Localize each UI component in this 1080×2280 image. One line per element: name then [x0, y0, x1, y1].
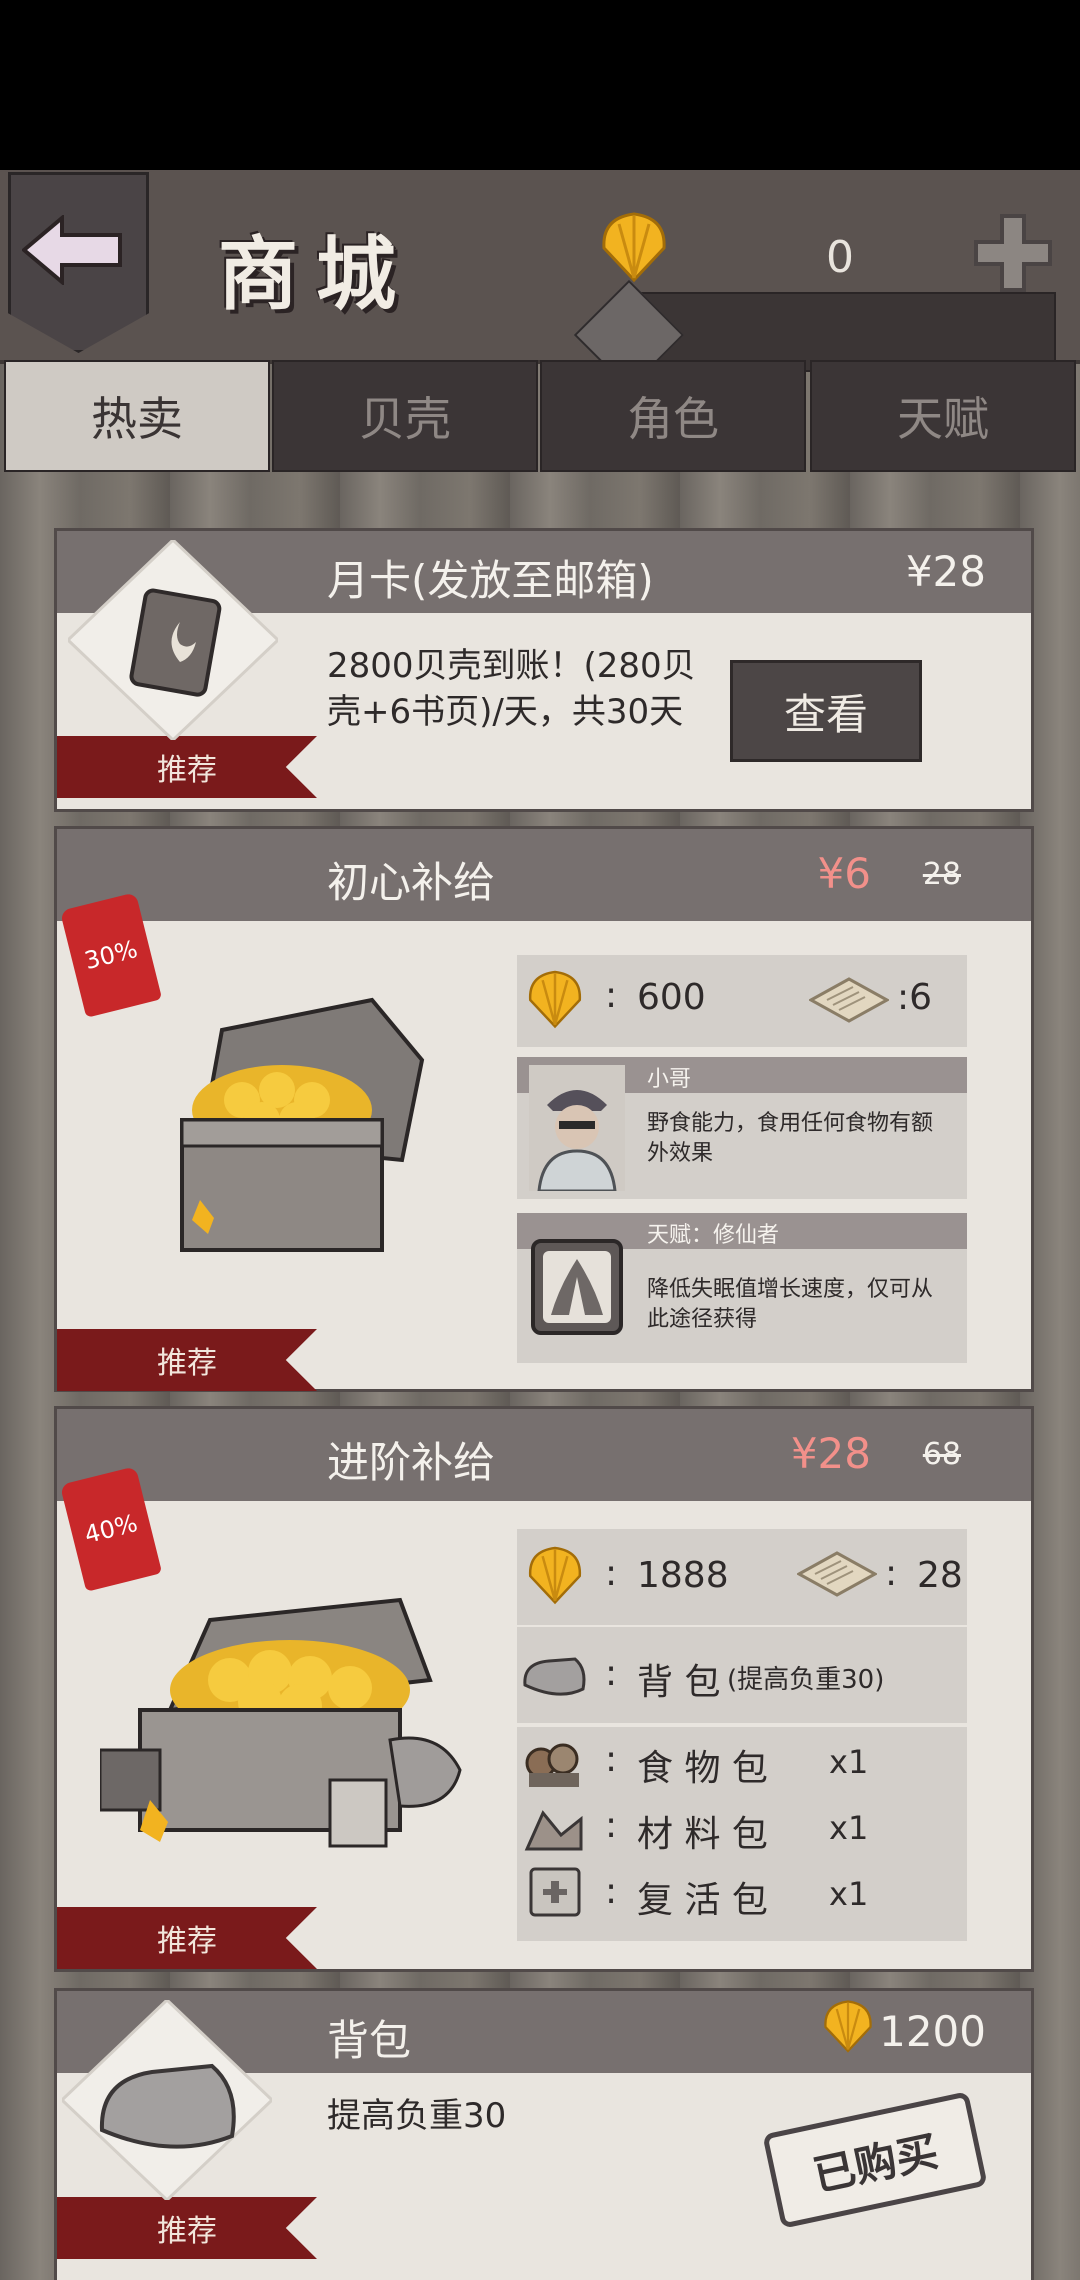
ribbon-label: 推荐 [157, 1924, 217, 1959]
ribbon-label: 推荐 [157, 753, 217, 788]
colon: : [605, 1739, 618, 1780]
shell-icon [529, 970, 581, 1029]
character-description: 野食能力，食用任何食物有额外效果 [647, 1111, 934, 1166]
card-price: ¥6 [817, 849, 871, 898]
character-portrait-icon [529, 1065, 625, 1191]
page-amount: 28 [917, 1555, 963, 1596]
card-title: 进阶补给 [327, 1438, 496, 1487]
character-name: 小哥 [647, 1067, 692, 1092]
view-button[interactable]: 查看 [730, 660, 922, 762]
old-price: 28 [922, 857, 961, 892]
moon-card-icon [68, 540, 278, 740]
large-treasure-chest-icon [100, 1597, 462, 1848]
book-page-icon [797, 1551, 877, 1597]
material-qty: x1 [829, 1809, 869, 1847]
card-title: 月卡(发放至邮箱) [327, 556, 654, 605]
book-page-icon [809, 977, 889, 1023]
colon: : [605, 1805, 618, 1846]
back-arrow-icon [22, 215, 122, 285]
recommend-ribbon: 推荐 [57, 1329, 317, 1391]
tab-label: 角色 [627, 392, 719, 446]
backpack-note: (提高负重30) [727, 1665, 885, 1695]
tab-label: 天赋 [897, 392, 989, 446]
card-header [57, 829, 1031, 921]
shell-amount: 600 [637, 977, 706, 1018]
recommend-ribbon: 推荐 [57, 1907, 317, 1969]
revive-qty: x1 [829, 1875, 869, 1913]
treasure-chest-icon [180, 997, 425, 1252]
tab-shells[interactable]: 贝壳 [272, 360, 538, 472]
recommend-ribbon: 推荐 [57, 2197, 317, 2259]
card-price: ¥28 [790, 1429, 871, 1478]
discount-text: 40% [81, 1508, 141, 1550]
tab-label: 贝壳 [359, 392, 451, 446]
card-description: 提高负重30 [327, 2096, 507, 2136]
colon: : [605, 1553, 618, 1594]
add-currency-button[interactable] [972, 212, 1054, 294]
page-title: 商城 [218, 227, 414, 321]
revive-pack-icon [529, 1867, 581, 1917]
shell-icon [602, 212, 666, 283]
tab-talents[interactable]: 天赋 [810, 360, 1076, 472]
card-title: 初心补给 [327, 858, 496, 907]
material-pack-icon [524, 1810, 583, 1851]
discount-text: 30% [81, 934, 141, 976]
tab-characters[interactable]: 角色 [540, 360, 806, 472]
food-pack-icon [525, 1743, 579, 1787]
food-label: 食 物 包 [637, 1748, 768, 1789]
shell-amount: 1888 [637, 1555, 729, 1596]
tab-label: 热卖 [91, 392, 183, 446]
colon: : [605, 975, 618, 1016]
talent-name: 天赋：修仙者 [647, 1223, 780, 1248]
ribbon-label: 推荐 [157, 1346, 217, 1381]
tab-bar: 热卖 贝壳 角色 天赋 [0, 360, 1080, 472]
shell-icon [529, 1546, 581, 1605]
backpack-icon [523, 1657, 586, 1696]
view-button-label: 查看 [783, 689, 868, 739]
colon: : [605, 1871, 618, 1912]
card-description: 2800贝壳到账！(280贝壳+6书页)/天，共30天 [327, 646, 696, 732]
shell-icon [824, 2000, 872, 2053]
backpack-label: 背 包 [637, 1662, 721, 1703]
ribbon-label: 推荐 [157, 2214, 217, 2249]
food-qty: x1 [829, 1743, 869, 1781]
recommend-ribbon: 推荐 [57, 736, 317, 798]
backpack-icon [62, 2000, 272, 2200]
purchased-label: 已购买 [808, 2125, 943, 2201]
card-price: ¥28 [905, 547, 986, 596]
colon: : [605, 1653, 618, 1694]
material-label: 材 料 包 [637, 1814, 768, 1855]
shell-count: 0 [826, 232, 854, 283]
shop-screen: { "header": { "title": "商城", "shell_coun… [0, 0, 1080, 2280]
page-amount: :6 [897, 977, 933, 1018]
card-title: 背包 [327, 2016, 412, 2065]
talent-description: 降低失眠值增长速度，仅可从此途径获得 [647, 1277, 934, 1332]
card-header [57, 1409, 1031, 1501]
card-price: 1200 [879, 2007, 986, 2056]
tab-hot[interactable]: 热卖 [4, 360, 270, 472]
revive-label: 复 活 包 [637, 1880, 768, 1921]
talent-icon [531, 1239, 623, 1335]
old-price: 68 [922, 1437, 961, 1472]
colon: : [885, 1553, 898, 1594]
